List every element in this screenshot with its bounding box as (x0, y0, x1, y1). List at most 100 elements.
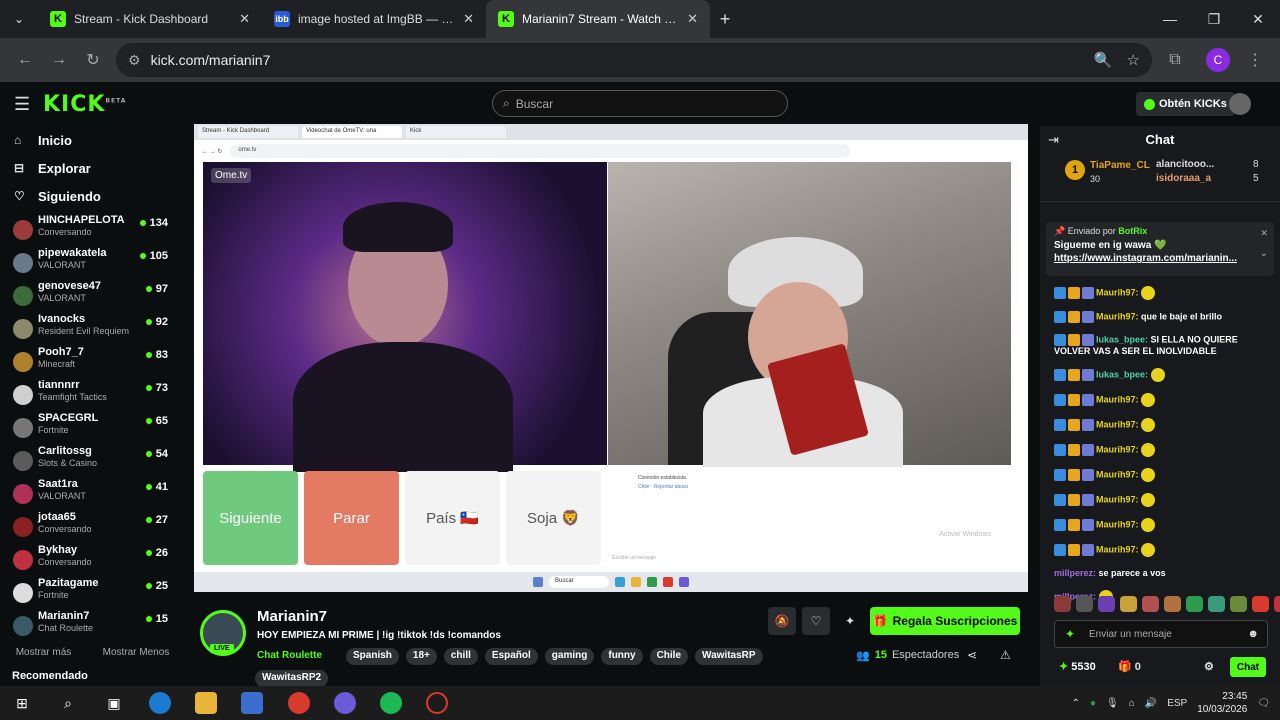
kicks-balance[interactable]: ✦ 5530 (1059, 660, 1096, 673)
stream-tag[interactable]: 18+ (405, 648, 437, 665)
following-item[interactable]: tiannnrr Teamfight Tactics 73 (0, 379, 185, 410)
search-icon[interactable]: ⌕ (57, 692, 79, 714)
gifter-name[interactable]: isidoraaa_a (1156, 173, 1211, 184)
close-icon[interactable]: ✕ (463, 11, 474, 27)
discord-icon[interactable] (334, 692, 356, 714)
following-item[interactable]: Carlitossg Slots & Casino 54 (0, 445, 185, 476)
following-item[interactable]: SPACEGRL Fortnite 65 (0, 412, 185, 443)
stream-tag[interactable]: Spanish (346, 648, 399, 665)
tray-chevron-icon[interactable]: ⌃ (1072, 698, 1080, 709)
clock[interactable]: 23:45 10/03/2026 (1197, 690, 1247, 716)
streamer-name[interactable]: Marianin7 (257, 608, 327, 625)
chevron-down-icon[interactable]: ⌄ (1260, 248, 1268, 259)
browser-menu-icon[interactable]: ⋮ (1238, 43, 1272, 77)
back-icon[interactable]: ← (8, 43, 42, 77)
emote-icon[interactable] (1054, 596, 1071, 612)
stream-category[interactable]: Chat Roulette (257, 650, 322, 661)
reload-icon[interactable]: ↻ (76, 43, 110, 77)
points-balance[interactable]: 🎁 0 (1118, 660, 1141, 673)
chat-username[interactable]: Maurih97: (1096, 494, 1139, 504)
kick-logo[interactable]: KICKBETA (43, 92, 126, 117)
stream-tag[interactable]: Chile (649, 648, 689, 665)
edge-icon[interactable] (149, 692, 171, 714)
store-icon[interactable] (241, 692, 263, 714)
chat-settings-icon[interactable]: ⚙ (1204, 660, 1214, 673)
emote-icon[interactable] (1142, 596, 1159, 612)
tab-imgbb[interactable]: ibb image hosted at ImgBB — ImgBB ✕ (262, 0, 486, 38)
close-icon[interactable]: ✕ (239, 11, 250, 27)
get-kicks-button[interactable]: Obtén KICKs (1136, 92, 1235, 116)
following-item[interactable]: Pooh7_7 Minecraft 83 (0, 346, 185, 377)
site-info-icon[interactable]: ⚙ (128, 52, 141, 69)
chat-username[interactable]: Maurih97: (1096, 419, 1139, 429)
bookmark-star-icon[interactable]: ☆ (1127, 51, 1140, 69)
tab-search-icon[interactable]: ⌄ (0, 0, 38, 38)
user-avatar[interactable] (1229, 93, 1251, 115)
tray-app-icon[interactable]: ● (1090, 698, 1096, 709)
extensions-icon[interactable]: ⧉ (1158, 43, 1192, 77)
following-item[interactable]: jotaa65 Conversando 27 (0, 511, 185, 542)
chat-username[interactable]: Maurih97: (1096, 394, 1139, 404)
maximize-icon[interactable]: ❐ (1192, 0, 1236, 38)
chat-username[interactable]: Maurih97: (1096, 544, 1139, 554)
gifter-name[interactable]: alancitooo... (1156, 159, 1214, 170)
spotify-icon[interactable] (380, 692, 402, 714)
volume-icon[interactable]: 🔊 (1145, 698, 1157, 709)
chat-username[interactable]: lukas_bpee: (1096, 369, 1148, 379)
emote-icon[interactable] (1098, 596, 1115, 612)
sidebar-nav-siguiendo[interactable]: ♡ Siguiendo (0, 182, 185, 210)
video-player[interactable]: Stream - Kick Dashboard Videochat de Ome… (194, 124, 1028, 592)
following-item[interactable]: Saat1ra VALORANT 41 (0, 478, 185, 509)
pinned-link[interactable]: https://www.instagram.com/marianin... (1054, 253, 1254, 264)
emote-icon[interactable] (1252, 596, 1269, 612)
top-gifter-name[interactable]: TiaPame_CL (1090, 160, 1150, 171)
stream-tag[interactable]: Español (484, 648, 538, 665)
emote-icon[interactable] (1164, 596, 1181, 612)
emote-icon[interactable] (1274, 596, 1280, 612)
search-input[interactable]: ⌕ Buscar (492, 90, 788, 117)
network-icon[interactable]: ⌂ (1129, 698, 1135, 709)
url-field[interactable]: ⚙ kick.com/marianin7 🔍 ☆ (116, 43, 1152, 77)
chat-username[interactable]: milIperez: (1054, 568, 1096, 578)
share-icon[interactable]: ⋖ (967, 648, 977, 662)
following-item[interactable]: Pazitagame Fortnite 25 (0, 577, 185, 608)
chat-username[interactable]: Maurih97: (1096, 444, 1139, 454)
profile-avatar[interactable]: C (1206, 48, 1230, 72)
following-item[interactable]: genovese47 VALORANT 97 (0, 280, 185, 311)
emote-icon[interactable] (1120, 596, 1137, 612)
obs-icon[interactable] (426, 692, 448, 714)
send-chat-button[interactable]: Chat (1230, 657, 1266, 677)
chat-username[interactable]: Maurih97: (1096, 311, 1139, 321)
forward-icon[interactable]: → (42, 43, 76, 77)
pin-icon[interactable]: ✦ (836, 607, 864, 635)
emote-icon[interactable] (1186, 596, 1203, 612)
next-button[interactable]: Siguiente (203, 471, 298, 565)
ometv-chat-input[interactable]: Escribe un mensaje (612, 555, 656, 561)
report-link[interactable]: Chile · Reportar abuso (638, 484, 688, 490)
notifications-icon[interactable]: 🗨 (1257, 698, 1270, 709)
stream-tag[interactable]: WawitasRP2 (255, 670, 329, 687)
emote-icon[interactable] (1230, 596, 1247, 612)
following-item[interactable]: Ivanocks Resident Evil Requiem 92 (0, 313, 185, 344)
following-item[interactable]: Bykhay Conversando 26 (0, 544, 185, 575)
soja-button[interactable]: Soja 🦁 (506, 471, 601, 565)
microphone-icon[interactable]: 🎙 (1106, 698, 1119, 709)
following-item[interactable]: HINCHAPELOTA Conversando 134 (0, 214, 185, 245)
report-icon[interactable]: ⚠ (1000, 648, 1011, 662)
sidebar-nav-explorar[interactable]: ⊟ Explorar (0, 154, 185, 182)
chat-input[interactable]: ✦ Enviar un mensaje ☻ (1054, 620, 1268, 648)
follow-heart-icon[interactable]: ♡ (802, 607, 830, 635)
stream-tag[interactable]: WawitasRP (695, 648, 763, 665)
stream-tag[interactable]: funny (601, 648, 643, 665)
following-item[interactable]: Marianin7 Chat Roulette 15 (0, 610, 185, 641)
chrome-icon[interactable] (288, 692, 310, 714)
chat-username[interactable]: Maurih97: (1096, 287, 1139, 297)
chat-username[interactable]: lukas_bpee: (1096, 334, 1148, 344)
gift-subs-button[interactable]: 🎁 Regala Suscripciones (870, 607, 1020, 635)
window-close-icon[interactable]: ✕ (1236, 0, 1280, 38)
country-button[interactable]: País 🇨🇱 (405, 471, 500, 565)
show-more-link[interactable]: Mostrar más (16, 647, 72, 658)
unpin-icon[interactable]: ✕ (1260, 228, 1268, 239)
emote-icon[interactable] (1076, 596, 1093, 612)
minimize-icon[interactable]: — (1148, 0, 1192, 38)
